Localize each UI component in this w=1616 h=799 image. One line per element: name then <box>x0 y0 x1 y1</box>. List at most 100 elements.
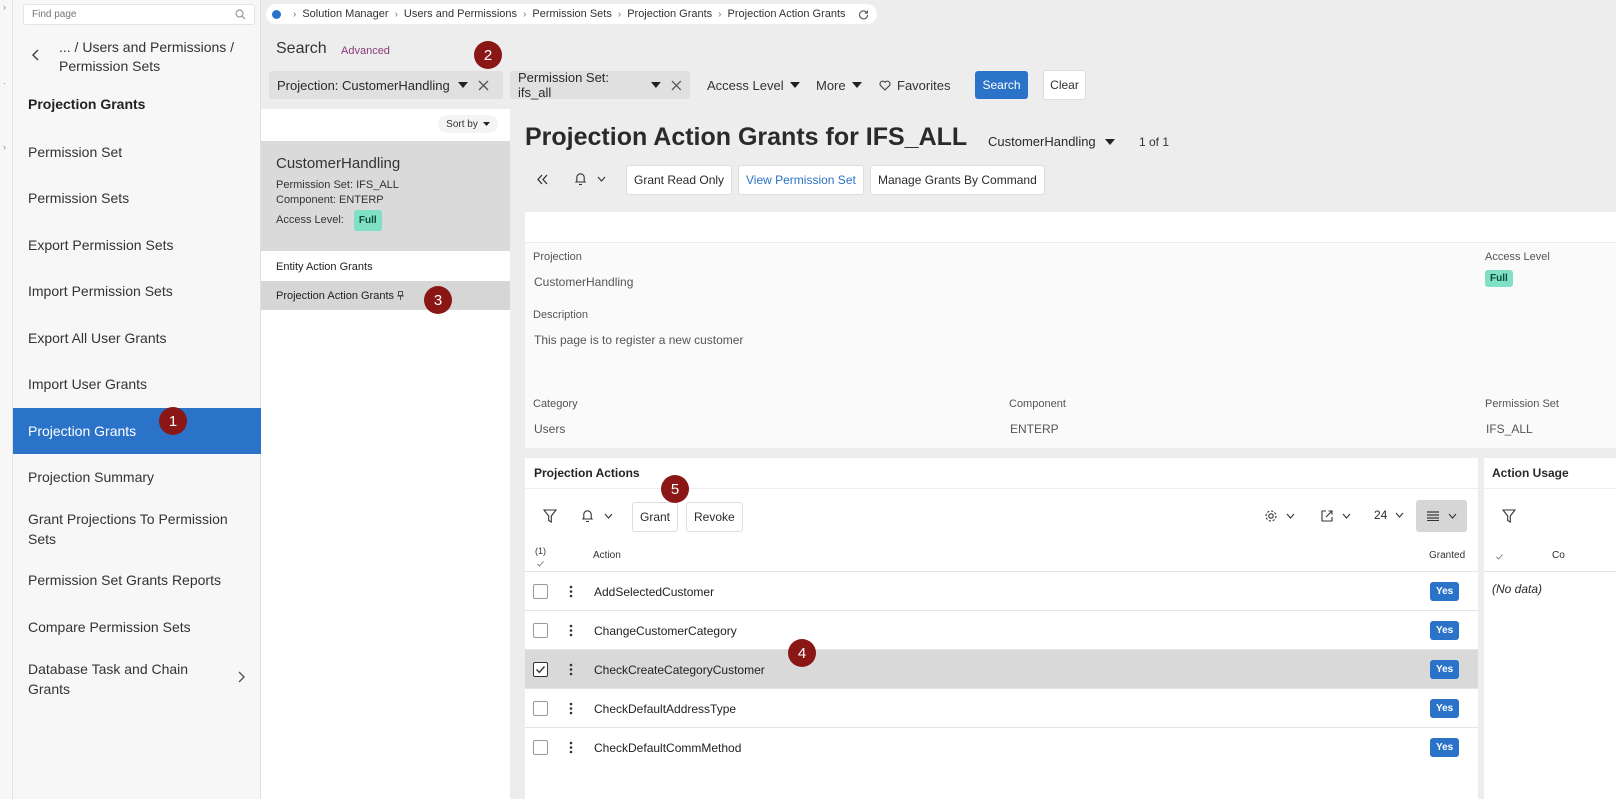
revoke-button[interactable]: Revoke <box>686 502 743 532</box>
nav-item-compare-permission-sets[interactable]: Compare Permission Sets <box>13 604 261 650</box>
close-icon[interactable] <box>671 80 682 91</box>
row-checkbox[interactable] <box>533 623 548 638</box>
table-row[interactable]: CheckDefaultAddressType Yes <box>525 688 1478 727</box>
export-menu[interactable] <box>1320 509 1351 523</box>
status-badge: Full <box>353 210 382 231</box>
more-filter[interactable]: More <box>816 71 862 99</box>
description-label: Description <box>533 309 589 321</box>
row-checkbox[interactable] <box>533 584 548 599</box>
sort-by-dropdown[interactable]: Sort by <box>438 115 498 133</box>
refresh-icon[interactable] <box>858 9 869 20</box>
component-label: Component <box>1009 398 1066 410</box>
breadcrumb-separator-icon: › <box>718 8 722 20</box>
rail-chevron-icon[interactable]: › <box>3 142 6 152</box>
manage-grants-by-command-button[interactable]: Manage Grants By Command <box>870 165 1045 195</box>
find-page-input[interactable] <box>24 6 224 23</box>
list-item-projection-action-grants[interactable]: Projection Action Grants <box>261 281 510 310</box>
nav-item-export-all-user-grants[interactable]: Export All User Grants <box>13 315 261 361</box>
nav-item-permission-set-grants-reports[interactable]: Permission Set Grants Reports <box>13 557 261 603</box>
category-label: Category <box>533 398 578 410</box>
chevron-down-icon <box>1286 513 1295 519</box>
caret-down-icon[interactable] <box>457 82 468 88</box>
nav-item-import-user-grants[interactable]: Import User Grants <box>13 361 261 407</box>
favorites-button[interactable]: Favorites <box>879 71 950 99</box>
nav-item-label: Grant Projections To Permission Sets <box>28 511 228 547</box>
table-row[interactable]: ChangeCustomerCategory Yes <box>525 610 1478 649</box>
rail-chevron-icon[interactable]: › <box>3 2 6 12</box>
filter-icon[interactable] <box>1502 509 1516 523</box>
nav-item-permission-set[interactable]: Permission Set <box>13 129 261 175</box>
table-row[interactable]: CheckCreateCategoryCustomer Yes <box>525 649 1478 688</box>
column-header-granted[interactable]: Granted <box>1429 550 1465 561</box>
nav-item-projection-summary[interactable]: Projection Summary <box>13 454 261 500</box>
record-card[interactable]: CustomerHandling Permission Set: IFS_ALL… <box>261 141 510 251</box>
check-icon[interactable] <box>537 561 544 567</box>
description-value: This page is to register a new customer <box>534 333 744 347</box>
view-mode-toggle[interactable] <box>1416 500 1467 532</box>
projection-filter-chip[interactable]: Projection: CustomerHandling <box>269 71 503 99</box>
chevron-down-icon <box>1342 513 1351 519</box>
close-icon[interactable] <box>478 80 489 91</box>
table-row[interactable]: AddSelectedCustomer Yes <box>525 571 1478 610</box>
pin-icon[interactable] <box>397 291 405 300</box>
projection-actions-grid: Projection Actions Grant Revoke 24 (1) A… <box>525 458 1478 799</box>
breadcrumb-item[interactable]: Solution Manager <box>302 8 388 20</box>
back-arrow-icon[interactable] <box>29 48 43 62</box>
permission-set-filter-chip[interactable]: Permission Set: ifs_all <box>510 70 690 100</box>
breadcrumb-item[interactable]: Projection Grants <box>627 8 712 20</box>
search-button[interactable]: Search <box>975 71 1028 99</box>
row-checkbox[interactable] <box>533 701 548 716</box>
caret-down-icon[interactable] <box>651 82 662 88</box>
column-header-action[interactable]: Action <box>593 550 621 561</box>
page-size-select[interactable]: 24 <box>1374 508 1404 522</box>
usage-divider <box>1484 488 1616 489</box>
breadcrumb-item[interactable]: Users and Permissions <box>404 8 517 20</box>
nav-item-export-permission-sets[interactable]: Export Permission Sets <box>13 222 261 268</box>
row-checkbox[interactable] <box>533 662 548 677</box>
advanced-search-link[interactable]: Advanced <box>341 45 390 57</box>
breadcrumb-item[interactable]: Permission Sets <box>532 8 611 20</box>
kebab-menu-icon[interactable] <box>569 741 573 754</box>
grant-read-only-button[interactable]: Grant Read Only <box>626 165 733 195</box>
chevron-down-icon <box>597 176 606 182</box>
table-row[interactable]: CheckDefaultCommMethod Yes <box>525 727 1478 766</box>
kebab-menu-icon[interactable] <box>569 702 573 715</box>
usage-title: Action Usage <box>1492 466 1569 480</box>
list-item-entity-action-grants[interactable]: Entity Action Grants <box>261 252 510 281</box>
kebab-menu-icon[interactable] <box>569 663 573 676</box>
nav-item-label: Export Permission Sets <box>28 237 174 253</box>
filter-icon[interactable] <box>543 509 557 523</box>
notification-menu[interactable] <box>574 172 606 186</box>
home-icon[interactable] <box>272 9 281 19</box>
access-level-filter[interactable]: Access Level <box>707 71 800 99</box>
nav-item-projection-grants[interactable]: Projection Grants <box>13 408 261 454</box>
action-name: CheckDefaultAddressType <box>594 702 737 716</box>
kebab-menu-icon[interactable] <box>569 624 573 637</box>
breadcrumb-separator-icon: › <box>523 8 527 20</box>
find-page-search[interactable] <box>23 4 255 25</box>
nav-item-database-task-grants[interactable]: Database Task and Chain Grants <box>13 654 261 704</box>
view-permission-set-button[interactable]: View Permission Set <box>738 165 864 195</box>
collapse-double-chevron-icon[interactable] <box>536 174 549 185</box>
grid-notification-menu[interactable] <box>581 509 613 523</box>
navigator-current-page: Projection Grants <box>28 96 146 112</box>
row-checkbox[interactable] <box>533 740 548 755</box>
record-selector-label: CustomerHandling <box>988 134 1096 149</box>
nav-item-grant-projections[interactable]: Grant Projections To Permission Sets <box>13 504 261 554</box>
navigator-breadcrumb[interactable]: ... / Users and Permissions / Permission… <box>59 38 259 76</box>
search-icon[interactable] <box>235 9 246 20</box>
chip-label: Permission Set: ifs_all <box>518 70 610 100</box>
sort-by-label: Sort by <box>446 118 478 130</box>
card-value: ENTERP <box>339 194 384 206</box>
check-icon[interactable] <box>1496 554 1503 560</box>
chip-label: Projection: CustomerHandling <box>277 77 450 93</box>
nav-item-import-permission-sets[interactable]: Import Permission Sets <box>13 268 261 314</box>
grid-settings-menu[interactable] <box>1264 509 1295 523</box>
page-title: Projection Action Grants for IFS_ALL <box>525 123 968 151</box>
grant-button[interactable]: Grant <box>632 502 679 532</box>
kebab-menu-icon[interactable] <box>569 585 573 598</box>
record-selector[interactable]: CustomerHandling <box>988 134 1115 149</box>
clear-button[interactable]: Clear <box>1043 70 1086 100</box>
usage-column-header[interactable]: Co <box>1552 550 1565 561</box>
nav-item-permission-sets[interactable]: Permission Sets <box>13 175 261 221</box>
